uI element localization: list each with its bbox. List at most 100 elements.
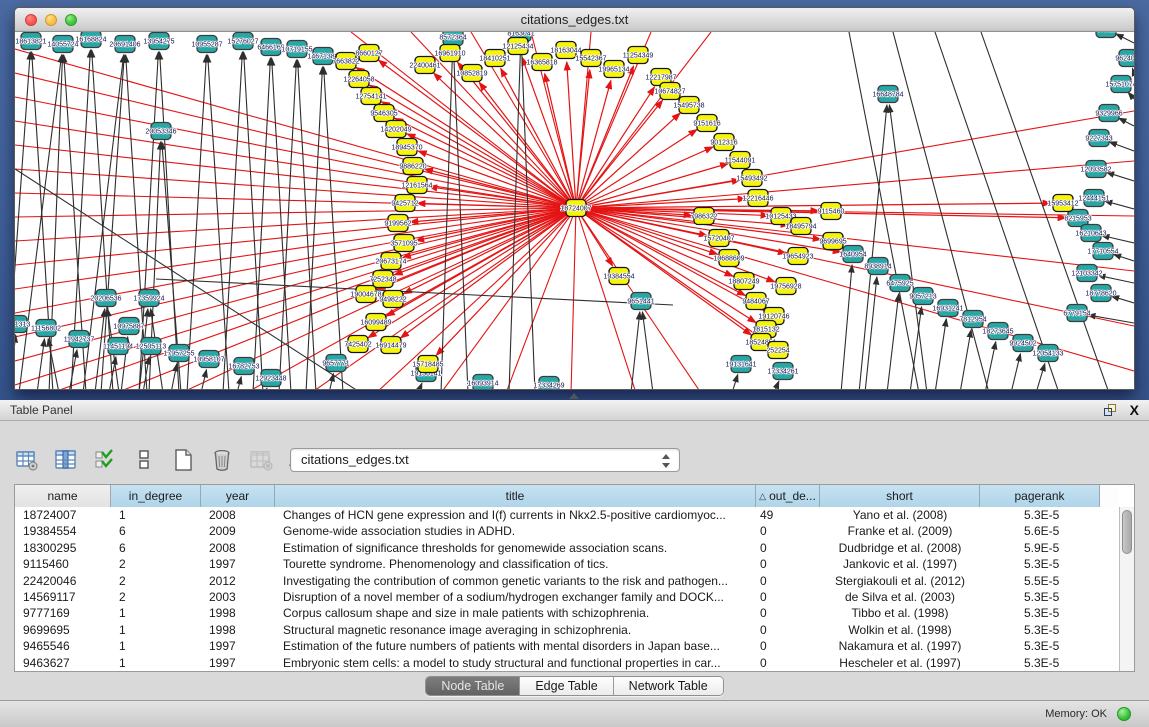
table-panel: Table Panel X f(x) citations_edges.txt n… [0,400,1149,727]
cell-short: Wolkin et al. (1998) [820,622,980,638]
table-row[interactable]: 1456911722003Disruption of a novel membe… [15,589,1119,605]
network-edge-black[interactable] [732,375,738,389]
network-node-label: 10674827 [654,89,685,96]
network-edge-black[interactable] [418,383,422,389]
tab-edge-table[interactable]: Edge Table [520,677,613,695]
network-edge-red[interactable] [15,208,576,289]
close-panel-icon[interactable]: X [1130,402,1139,419]
node-table: namein_degreeyeartitle△out_de...shortpag… [14,484,1135,672]
network-node-label: 19965134 [598,67,629,74]
column-visibility-icon[interactable] [53,447,79,473]
network-window[interactable]: citations_edges.txt 18613821140557241616… [14,7,1135,390]
network-edge-black[interactable] [859,105,887,389]
cell-name: 18724007 [15,507,111,523]
table-row[interactable]: 946362711997Embryonic stem cells: a mode… [15,655,1119,671]
vertical-scrollbar[interactable] [1119,507,1134,671]
delete-table-icon[interactable] [209,447,235,473]
cell-pagerank: 5.3E-5 [980,556,1100,572]
network-edge-red[interactable] [401,208,576,338]
network-edge-red[interactable] [15,208,576,337]
network-edge-black[interactable] [329,374,334,389]
table-row[interactable]: 1830029562008Estimation of significance … [15,540,1119,556]
network-edge-black[interactable] [1132,68,1134,73]
row-height-icon[interactable] [131,447,157,473]
column-header-pagerank[interactable]: pagerank [980,485,1100,507]
network-edge-black[interactable] [1119,118,1134,126]
network-edge-black[interactable] [960,330,971,389]
network-node-label: 17710554 [1087,249,1118,256]
import-table-icon [248,447,274,473]
cell-pagerank: 5.9E-5 [980,540,1100,556]
network-node-label: 11254349 [623,53,654,60]
network-edge-red[interactable] [576,70,590,208]
network-edge-red[interactable] [15,73,576,208]
network-edge-red[interactable] [15,208,576,361]
network-edge-black[interactable] [306,67,322,389]
network-node-label: 12754141 [355,94,386,101]
network-edge-black[interactable] [631,312,640,389]
network-edge-red[interactable] [15,97,576,208]
network-node-label: 17359924 [133,296,164,303]
network-edge-black[interactable] [253,58,270,389]
cell-in_degree: 2 [111,589,201,605]
network-edge-black[interactable] [201,370,206,389]
network-edge-black[interactable] [15,335,16,389]
tab-network-table[interactable]: Network Table [614,677,723,695]
table-row[interactable]: 911546021997Tourette syndrome. Phenomeno… [15,556,1119,572]
network-edge-black[interactable] [1109,142,1134,151]
table-row[interactable]: 969969511998Structural magnetic resonanc… [15,622,1119,638]
network-edge-red[interactable] [576,100,662,208]
network-edge-black[interactable] [237,377,241,389]
splitter-handle[interactable] [569,393,579,399]
table-row[interactable]: 977716911998Corpus callosum shape and si… [15,605,1119,621]
network-edge-black[interactable] [1098,275,1134,283]
network-edge-black[interactable] [265,388,267,389]
column-header-year[interactable]: year [201,485,275,507]
network-node-label: 8163041 [507,32,534,38]
network-window-titlebar[interactable]: citations_edges.txt [15,8,1134,32]
network-node-label: 20673174 [375,259,406,266]
column-header-short[interactable]: short [820,485,980,507]
network-edge-black[interactable] [1011,354,1020,389]
network-graph[interactable]: 1861382114055724161688242069140613954275… [15,32,1134,389]
column-header-out[interactable]: △out_de... [756,485,820,507]
memory-status-icon [1117,707,1131,721]
column-header-in_degree[interactable]: in_degree [111,485,201,507]
network-edge-black[interactable] [841,265,852,389]
network-node-label: 16914479 [375,343,406,350]
network-edge-black[interactable] [223,52,242,389]
network-edge-black[interactable] [642,312,653,389]
network-edge-black[interactable] [935,319,946,389]
network-edge-black[interactable] [37,339,44,389]
scrollbar-thumb[interactable] [1122,510,1132,554]
network-node-label: 16961910 [434,51,465,58]
network-edge-black[interactable] [1128,92,1134,99]
network-edge-black[interactable] [1106,172,1134,181]
network-edge-black[interactable] [1036,364,1045,389]
table-row[interactable]: 2242004622012Investigating the contribut… [15,573,1119,589]
network-node-label: 18724007 [560,206,591,213]
table-row[interactable]: 1938455462009Genome-wide association stu… [15,523,1119,539]
table-row[interactable]: 1872400712008Changes of HCN gene express… [15,507,1119,523]
network-edge-black[interactable] [324,67,343,389]
network-edge-black[interactable] [774,381,779,389]
column-header-title[interactable]: title [275,485,756,507]
table-select[interactable]: citations_edges.txt [290,448,680,472]
network-edge-black[interactable] [1116,34,1134,43]
cell-year: 2008 [201,540,275,556]
network-edge-black[interactable] [15,52,30,389]
table-settings-icon[interactable] [14,447,40,473]
column-header-name[interactable]: name [15,485,111,507]
float-panel-icon[interactable] [1104,404,1118,417]
select-all-rows-icon[interactable] [92,447,118,473]
tab-node-table[interactable]: Node Table [426,677,520,695]
network-edge-red[interactable] [571,208,576,389]
network-edge-black[interactable] [19,55,62,389]
network-canvas[interactable]: 1861382114055724161688242069140613954275… [15,32,1134,389]
network-edge-black[interactable] [171,364,177,389]
table-row[interactable]: 946554611997Estimation of the future num… [15,638,1119,654]
network-edge-black[interactable] [1088,315,1134,323]
network-edge-black[interactable] [244,52,263,389]
new-table-icon[interactable] [170,447,196,473]
network-edge-black[interactable] [887,294,899,389]
